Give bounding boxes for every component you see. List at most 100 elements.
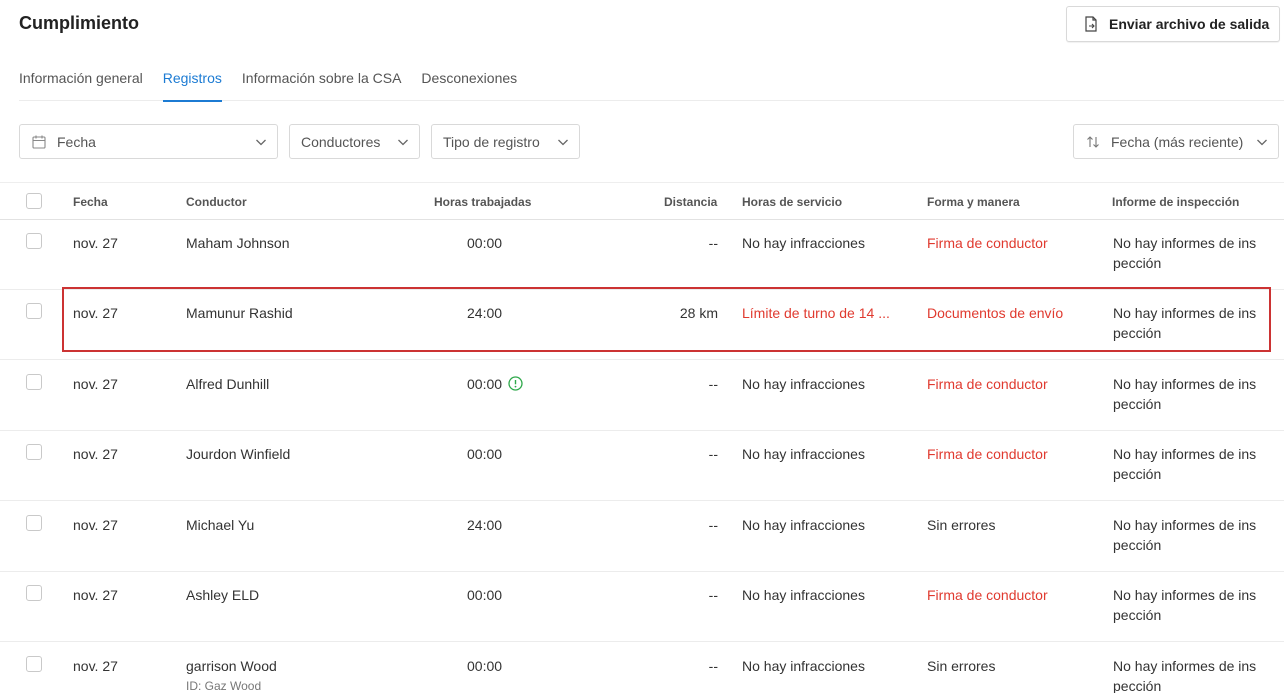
column-header-date[interactable]: Fecha	[73, 195, 108, 209]
table-row[interactable]: nov. 27 garrison Wood ID: Gaz Wood 00:00 …	[0, 643, 1284, 693]
log-type-filter-label: Tipo de registro	[443, 133, 540, 150]
date-filter[interactable]: Fecha	[19, 124, 278, 159]
row-checkbox[interactable]	[26, 444, 42, 460]
sort-dropdown[interactable]: Fecha (más reciente)	[1073, 124, 1279, 159]
row-driver[interactable]: Ashley ELD	[186, 585, 259, 605]
row-driver[interactable]: Alfred Dunhill	[186, 374, 269, 394]
row-date: nov. 27	[73, 517, 118, 533]
row-distance: --	[708, 235, 718, 251]
row-checkbox[interactable]	[26, 585, 42, 601]
tab-csa-info[interactable]: Información sobre la CSA	[242, 68, 402, 101]
row-driver[interactable]: Maham Johnson	[186, 233, 290, 253]
row-distance: --	[708, 376, 718, 392]
tab-general-info[interactable]: Información general	[19, 68, 143, 101]
inspection-line-2: pección	[1113, 678, 1162, 693]
row-hos-status: No hay infracciones	[742, 658, 865, 674]
row-driver[interactable]: Jourdon Winfield	[186, 444, 290, 464]
row-inspection-report: No hay informes de ins pección	[1113, 374, 1256, 414]
sort-dropdown-label: Fecha (más reciente)	[1111, 133, 1244, 150]
row-inspection-report: No hay informes de ins pección	[1113, 444, 1256, 484]
row-driver[interactable]: Michael Yu	[186, 515, 254, 535]
row-date: nov. 27	[73, 658, 118, 674]
chevron-down-icon	[256, 139, 266, 146]
row-date: nov. 27	[73, 235, 118, 251]
alert-circle-icon[interactable]	[508, 376, 523, 391]
table-row[interactable]: nov. 27 Maham Johnson 00:00 -- No hay in…	[0, 220, 1284, 290]
row-date: nov. 27	[73, 376, 118, 392]
export-file-button[interactable]: Enviar archivo de salida	[1066, 6, 1280, 42]
row-inspection-report: No hay informes de ins pección	[1113, 233, 1256, 273]
row-form-status[interactable]: Documentos de envío	[927, 303, 1063, 323]
tab-disconnections[interactable]: Desconexiones	[421, 68, 517, 101]
inspection-line-1: No hay informes de ins	[1113, 376, 1257, 392]
table-row[interactable]: nov. 27 Mamunur Rashid 24:00 28 km Límit…	[0, 290, 1284, 360]
date-filter-label: Fecha	[57, 133, 96, 150]
column-header-driver[interactable]: Conductor	[186, 195, 247, 209]
row-date: nov. 27	[73, 587, 118, 603]
row-hours-worked-cell: 00:00	[467, 374, 523, 394]
inspection-line-2: pección	[1113, 537, 1162, 553]
row-hours-worked: 00:00	[467, 658, 503, 674]
row-inspection-report: No hay informes de ins pección	[1113, 303, 1256, 343]
row-driver[interactable]: garrison Wood	[186, 658, 277, 674]
column-header-form-and-manner[interactable]: Forma y manera	[927, 195, 1020, 209]
inspection-line-2: pección	[1113, 607, 1162, 623]
row-form-status[interactable]: Firma de conductor	[927, 444, 1048, 464]
drivers-filter[interactable]: Conductores	[289, 124, 420, 159]
log-type-filter[interactable]: Tipo de registro	[431, 124, 580, 159]
chevron-down-icon	[1257, 139, 1267, 146]
row-checkbox[interactable]	[26, 303, 42, 319]
row-inspection-report: No hay informes de ins pección	[1113, 515, 1256, 555]
table-row[interactable]: nov. 27 Ashley ELD 00:00 -- No hay infra…	[0, 572, 1284, 642]
select-all-checkbox[interactable]	[26, 193, 42, 209]
row-distance: 28 km	[679, 305, 718, 321]
chevron-down-icon	[398, 139, 408, 146]
chevron-down-icon	[558, 139, 568, 146]
column-header-hours-worked[interactable]: Horas trabajadas	[434, 195, 531, 209]
inspection-line-1: No hay informes de ins	[1113, 235, 1257, 251]
row-hos-status: No hay infracciones	[742, 376, 865, 392]
inspection-line-1: No hay informes de ins	[1113, 517, 1257, 533]
inspection-line-2: pección	[1113, 396, 1162, 412]
page-title: Cumplimiento	[19, 13, 139, 33]
row-hos-status: No hay infracciones	[742, 235, 865, 251]
row-hours-worked: 00:00	[467, 376, 503, 392]
row-form-status: Sin errores	[927, 658, 996, 674]
inspection-line-2: pección	[1113, 325, 1162, 341]
row-checkbox[interactable]	[26, 515, 42, 531]
row-hos-status[interactable]: Límite de turno de 14 ...	[742, 303, 890, 323]
sort-icon	[1085, 134, 1101, 150]
row-form-status[interactable]: Firma de conductor	[927, 374, 1048, 394]
inspection-line-1: No hay informes de ins	[1113, 587, 1257, 603]
inspection-line-1: No hay informes de ins	[1113, 446, 1257, 462]
column-header-hours-of-service[interactable]: Horas de servicio	[742, 195, 842, 209]
table-row[interactable]: nov. 27 Michael Yu 24:00 -- No hay infra…	[0, 502, 1284, 572]
row-driver-cell[interactable]: garrison Wood ID: Gaz Wood	[186, 656, 277, 693]
table-row[interactable]: nov. 27 Alfred Dunhill 00:00 -- No hay i…	[0, 361, 1284, 431]
row-distance: --	[708, 587, 718, 603]
inspection-line-2: pección	[1113, 255, 1162, 271]
row-inspection-report: No hay informes de ins pección	[1113, 656, 1256, 693]
row-hours-worked: 24:00	[467, 305, 503, 321]
row-checkbox[interactable]	[26, 374, 42, 390]
drivers-filter-label: Conductores	[301, 133, 381, 150]
file-export-icon	[1084, 16, 1098, 32]
row-hos-status: No hay infracciones	[742, 446, 865, 462]
row-hours-worked: 24:00	[467, 517, 503, 533]
table-row[interactable]: nov. 27 Jourdon Winfield 00:00 -- No hay…	[0, 431, 1284, 501]
row-date: nov. 27	[73, 446, 118, 462]
row-inspection-report: No hay informes de ins pección	[1113, 585, 1256, 625]
row-checkbox[interactable]	[26, 233, 42, 249]
row-driver[interactable]: Mamunur Rashid	[186, 303, 293, 323]
tab-logs[interactable]: Registros	[162, 68, 223, 102]
row-checkbox[interactable]	[26, 656, 42, 672]
tab-bar: Información general Registros Informació…	[19, 68, 1284, 102]
row-hours-worked: 00:00	[467, 235, 503, 251]
column-header-inspection-report[interactable]: Informe de inspección	[1112, 195, 1239, 209]
column-header-distance[interactable]: Distancia	[664, 195, 717, 209]
row-hours-worked: 00:00	[467, 446, 503, 462]
row-form-status[interactable]: Firma de conductor	[927, 585, 1048, 605]
inspection-line-1: No hay informes de ins	[1113, 658, 1257, 674]
row-distance: --	[708, 517, 718, 533]
row-form-status[interactable]: Firma de conductor	[927, 233, 1048, 253]
